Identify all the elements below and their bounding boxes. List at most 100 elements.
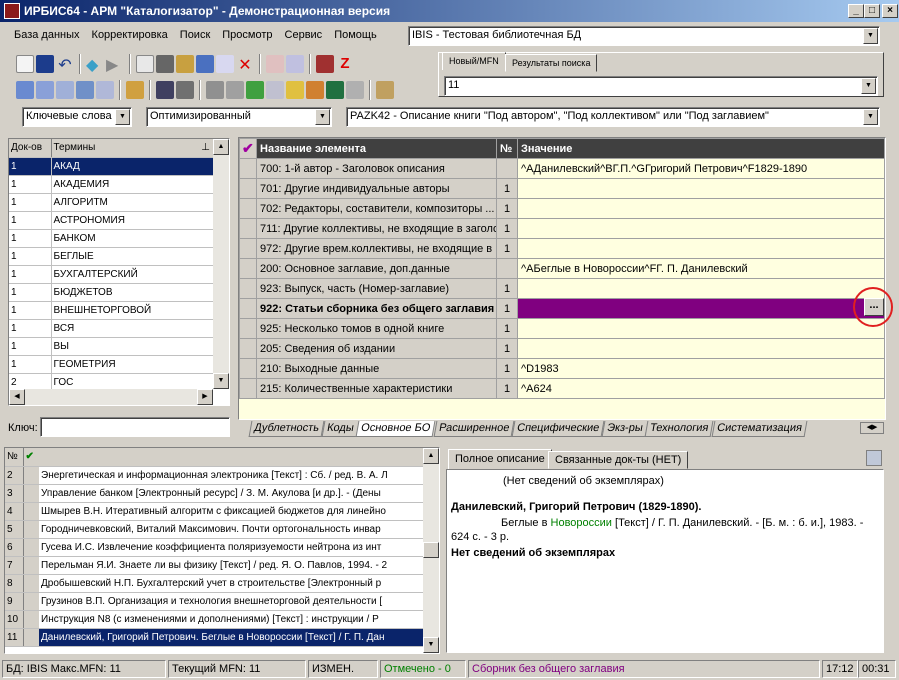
docs-icon[interactable]	[266, 81, 284, 99]
result-row[interactable]: 3 Управление банком [Электронный ресурс] …	[5, 484, 425, 503]
tab-full-description[interactable]: Полное описание	[448, 449, 552, 469]
term-row[interactable]: 1 АСТРОНОМИЯ	[9, 211, 213, 230]
menu-item[interactable]: Просмотр	[216, 27, 278, 47]
element-value[interactable]	[517, 338, 885, 359]
row-indicator[interactable]	[239, 338, 257, 359]
row-indicator[interactable]	[239, 238, 257, 259]
element-value[interactable]	[517, 198, 885, 219]
menu-item[interactable]: Помощь	[328, 27, 383, 47]
description-link[interactable]: Новороссии	[551, 517, 612, 529]
result-mark[interactable]	[23, 574, 39, 593]
result-mark[interactable]	[23, 610, 39, 629]
grid-col-name[interactable]: Название элемента	[256, 138, 497, 159]
app-icon[interactable]	[4, 3, 20, 19]
chevron-down-icon[interactable]: ▼	[863, 109, 878, 125]
tree-icon[interactable]	[196, 55, 214, 73]
chevron-down-icon[interactable]: ▼	[863, 28, 878, 44]
scroll-right-icon[interactable]: ▶	[197, 389, 213, 405]
terms-hscrollbar[interactable]	[9, 389, 213, 405]
term-row[interactable]: 1 АКАД	[9, 157, 213, 176]
forward-icon[interactable]: ▶	[106, 55, 124, 74]
element-value[interactable]	[517, 178, 885, 199]
row-indicator[interactable]	[239, 198, 257, 219]
mail-icon[interactable]	[56, 81, 74, 99]
dialog2-icon[interactable]	[36, 81, 54, 99]
terms-col-count[interactable]: Док-ов	[9, 139, 52, 158]
row-indicator[interactable]	[239, 178, 257, 199]
check-icon[interactable]: ✔	[23, 448, 39, 467]
term-row[interactable]: 1 ВСЯ	[9, 319, 213, 338]
new-icon[interactable]	[16, 55, 34, 73]
chevron-down-icon[interactable]: ▼	[315, 109, 330, 125]
worksheet-tab[interactable]: Коды	[321, 421, 359, 437]
result-mark[interactable]	[23, 520, 39, 539]
print-preview-icon[interactable]	[226, 81, 244, 99]
chevron-down-icon[interactable]: ▼	[861, 78, 876, 94]
mfn-select[interactable]: 11 ▼	[444, 76, 878, 96]
term-row[interactable]: 1 ГЕОМЕТРИЯ	[9, 355, 213, 374]
row-indicator[interactable]	[239, 278, 257, 299]
results-col-num[interactable]: №	[5, 448, 24, 467]
element-value[interactable]	[517, 218, 885, 239]
result-mark[interactable]	[23, 484, 39, 503]
row-indicator[interactable]	[239, 318, 257, 339]
run-icon[interactable]	[246, 81, 264, 99]
delete-icon[interactable]: ✕	[236, 55, 254, 74]
result-row[interactable]: 4 Шмырев В.Н. Итеративный алгоритм с фикс…	[5, 502, 425, 521]
result-row[interactable]: 6 Гусева И.С. Извлечение коэффициента пол…	[5, 538, 425, 557]
edit-icon[interactable]	[216, 55, 234, 73]
term-row[interactable]: 1 ВЫ	[9, 337, 213, 356]
key-input[interactable]	[40, 417, 230, 437]
tab-new-mfn[interactable]: Новый/MFN	[442, 52, 506, 70]
help-icon[interactable]	[376, 81, 394, 99]
row-indicator[interactable]	[239, 358, 257, 379]
database-select[interactable]: IBIS - Тестовая библиотечная БД ▼	[408, 26, 880, 46]
term-row[interactable]: 1 БАНКОМ	[9, 229, 213, 248]
check-icon[interactable]: ✔	[239, 138, 257, 159]
worksheet-select[interactable]: PAZK42 - Описание книги "Под автором", "…	[346, 107, 880, 127]
result-row[interactable]: 2 Энергетическая и информационная электро…	[5, 466, 425, 485]
minimize-button[interactable]: _	[848, 4, 864, 18]
result-mark[interactable]	[23, 538, 39, 557]
grid-row[interactable]: 200: Основное заглавие, доп.данные ^AБегл…	[239, 258, 885, 279]
scroll-down-icon[interactable]: ▼	[213, 373, 229, 389]
menu-item[interactable]: Корректировка	[86, 27, 174, 47]
result-mark[interactable]	[23, 466, 39, 485]
element-value[interactable]: ^AБеглые в Новороссии^FГ. П. Данилевский	[517, 258, 885, 279]
menu-item[interactable]: Сервис	[279, 27, 329, 47]
element-value[interactable]: ^AДанилевский^BГ.П.^GГригорий Петрович^F…	[517, 158, 885, 179]
print-icon[interactable]	[866, 450, 882, 466]
worksheet-tab[interactable]: Расширенное	[433, 421, 515, 437]
paste-icon[interactable]	[176, 55, 194, 73]
grid-row[interactable]: 711: Другие коллективы, не входящие в за…	[239, 218, 885, 239]
row-indicator[interactable]	[239, 298, 257, 319]
grid-row[interactable]: 925: Несколько томов в одной книге 1	[239, 318, 885, 339]
print-icon[interactable]	[206, 81, 224, 99]
export-icon[interactable]	[286, 55, 304, 73]
terms-scrollbar[interactable]	[213, 139, 229, 389]
chart-icon[interactable]	[306, 81, 324, 99]
optimization-select[interactable]: Оптимизированный ▼	[146, 107, 332, 127]
term-row[interactable]: 1 АКАДЕМИЯ	[9, 175, 213, 194]
terms-col-term[interactable]: Термины ⊥	[51, 139, 213, 158]
result-row[interactable]: 10 Инструкция N8 (с изменениями и дополне…	[5, 610, 425, 629]
result-row[interactable]: 7 Перельман Я.И. Знаете ли вы физику [Тек…	[5, 556, 425, 575]
comment-icon[interactable]	[96, 81, 114, 99]
element-value[interactable]	[517, 318, 885, 339]
grid-col-num[interactable]: №	[496, 138, 518, 159]
scroll-up-icon[interactable]: ▲	[213, 139, 229, 155]
grid-row[interactable]: 923: Выпуск, часть (Номер-заглавие) 1	[239, 278, 885, 299]
result-mark[interactable]	[23, 592, 39, 611]
dialog-icon[interactable]	[16, 81, 34, 99]
worksheet-tab[interactable]: Экз-ры	[601, 421, 648, 437]
save-icon[interactable]	[36, 55, 54, 73]
grid-row[interactable]: 922: Статьи сборника без общего заглавия…	[239, 298, 885, 319]
worksheet-tab[interactable]: Систематизация	[711, 421, 807, 437]
grid-row[interactable]: 701: Другие индивидуальные авторы 1	[239, 178, 885, 199]
row-indicator[interactable]	[239, 158, 257, 179]
element-value[interactable]: ^D1983	[517, 358, 885, 379]
grid-row[interactable]: 215: Количественные характеристики 1 ^A624	[239, 378, 885, 399]
tab-search-results[interactable]: Результаты поиска	[505, 54, 598, 72]
result-mark[interactable]	[23, 556, 39, 575]
scroll-thumb[interactable]	[423, 542, 439, 558]
